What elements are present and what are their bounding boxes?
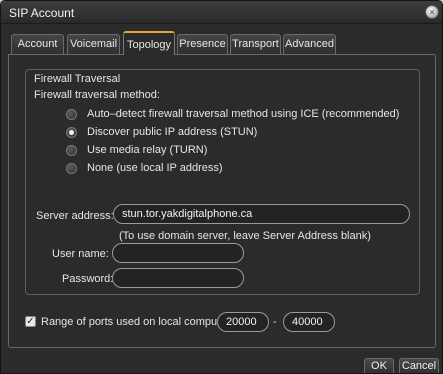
close-icon[interactable]: × [425, 5, 439, 19]
username-label: User name: [52, 248, 109, 260]
option-ice-label: Auto–detect firewall traversal method us… [87, 108, 400, 120]
dialog-footer: OK Cancel [1, 349, 442, 373]
method-label: Firewall traversal method: [34, 89, 160, 101]
port-from-input[interactable] [217, 312, 269, 332]
sip-account-dialog: SIP Account × Account Voicemail Topology… [0, 0, 443, 374]
port-to-input[interactable] [283, 312, 335, 332]
port-range-row: ✓ Range of ports used on local computer:… [25, 312, 420, 332]
topology-panel: Firewall Traversal Firewall traversal me… [8, 54, 436, 348]
firewall-traversal-group: Firewall Traversal Firewall traversal me… [25, 69, 420, 295]
tab-topology[interactable]: Topology [123, 31, 175, 55]
title-bar[interactable]: SIP Account × [1, 1, 442, 24]
window-title: SIP Account [9, 6, 75, 20]
password-input[interactable] [112, 268, 244, 288]
option-none-label: None (use local IP address) [87, 162, 223, 174]
tab-voicemail[interactable]: Voicemail [67, 34, 120, 54]
group-title: Firewall Traversal [34, 73, 121, 85]
tab-transport[interactable]: Transport [230, 34, 281, 54]
password-label: Password: [62, 273, 114, 285]
tab-presence[interactable]: Presence [177, 34, 228, 54]
port-separator: - [273, 316, 277, 328]
option-stun-label: Discover public IP address (STUN) [87, 126, 258, 138]
option-turn-label: Use media relay (TURN) [87, 144, 208, 156]
username-input[interactable] [112, 243, 244, 263]
server-address-hint: (To use domain server, leave Server Addr… [119, 230, 371, 242]
tab-account[interactable]: Account [11, 34, 64, 54]
port-range-label: Range of ports used on local computer: [41, 316, 234, 328]
radio-ice[interactable] [66, 109, 77, 120]
ok-button[interactable]: OK [364, 358, 394, 373]
cancel-button[interactable]: Cancel [399, 358, 439, 373]
tab-advanced[interactable]: Advanced [283, 34, 336, 54]
server-address-input[interactable] [113, 204, 410, 224]
radio-none[interactable] [66, 163, 77, 174]
radio-stun[interactable] [66, 127, 77, 138]
server-address-label: Server address: [36, 210, 114, 222]
radio-turn[interactable] [66, 145, 77, 156]
port-range-checkbox[interactable]: ✓ [25, 316, 36, 327]
